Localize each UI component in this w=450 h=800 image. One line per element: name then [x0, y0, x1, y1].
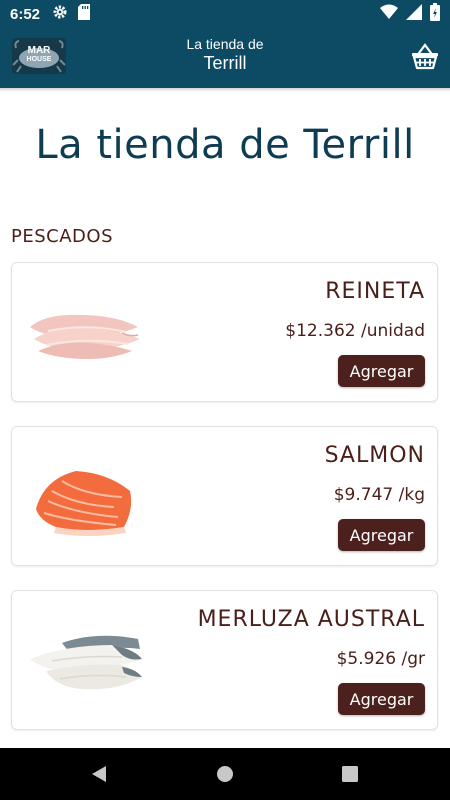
wifi-icon	[380, 4, 398, 24]
product-card[interactable]: REINETA $12.362 /unidad Agregar	[11, 262, 438, 402]
product-price: $12.362 /unidad	[285, 321, 425, 341]
store-heading: La tienda de Terrill	[35, 122, 415, 168]
product-price: $5.926 /gr	[336, 649, 425, 669]
app-bar-shadow	[0, 88, 450, 92]
product-card[interactable]: MERLUZA AUSTRAL $5.926 /gr Agregar	[11, 590, 438, 730]
status-bar: 6:52	[0, 0, 450, 28]
mar-house-logo[interactable]: MAR HOUSE	[12, 38, 66, 74]
add-to-cart-button[interactable]: Agregar	[338, 683, 425, 715]
product-name: SALMON	[324, 443, 425, 468]
product-card[interactable]: SALMON $9.747 /kg Agregar	[11, 426, 438, 566]
app-bar: MAR HOUSE La tienda de Terrill	[0, 28, 450, 88]
shopping-basket-icon[interactable]	[410, 42, 440, 72]
status-time: 6:52	[10, 5, 41, 23]
app-bar-title: La tienda de Terrill	[125, 36, 325, 74]
reineta-fillet-image	[26, 287, 144, 379]
app-title-line1: La tienda de	[186, 36, 264, 52]
app-title-line2: Terrill	[203, 53, 247, 73]
salmon-fillet-image	[26, 451, 144, 543]
back-icon[interactable]	[88, 762, 112, 786]
sd-card-icon	[78, 4, 91, 24]
system-nav-bar	[0, 748, 450, 800]
logo-text-mar: MAR	[27, 45, 51, 56]
section-title: PESCADOS	[11, 226, 113, 247]
product-name: MERLUZA AUSTRAL	[197, 607, 425, 632]
signal-icon	[406, 4, 422, 24]
product-name: REINETA	[325, 279, 425, 304]
product-price: $9.747 /kg	[333, 485, 425, 505]
recents-icon[interactable]	[338, 762, 362, 786]
add-to-cart-button[interactable]: Agregar	[338, 519, 425, 551]
home-icon[interactable]	[213, 762, 237, 786]
battery-icon	[430, 3, 440, 25]
add-to-cart-button[interactable]: Agregar	[338, 355, 425, 387]
merluza-fillet-image	[26, 615, 144, 707]
gear-icon	[52, 4, 68, 24]
logo-text-house: HOUSE	[26, 56, 52, 63]
